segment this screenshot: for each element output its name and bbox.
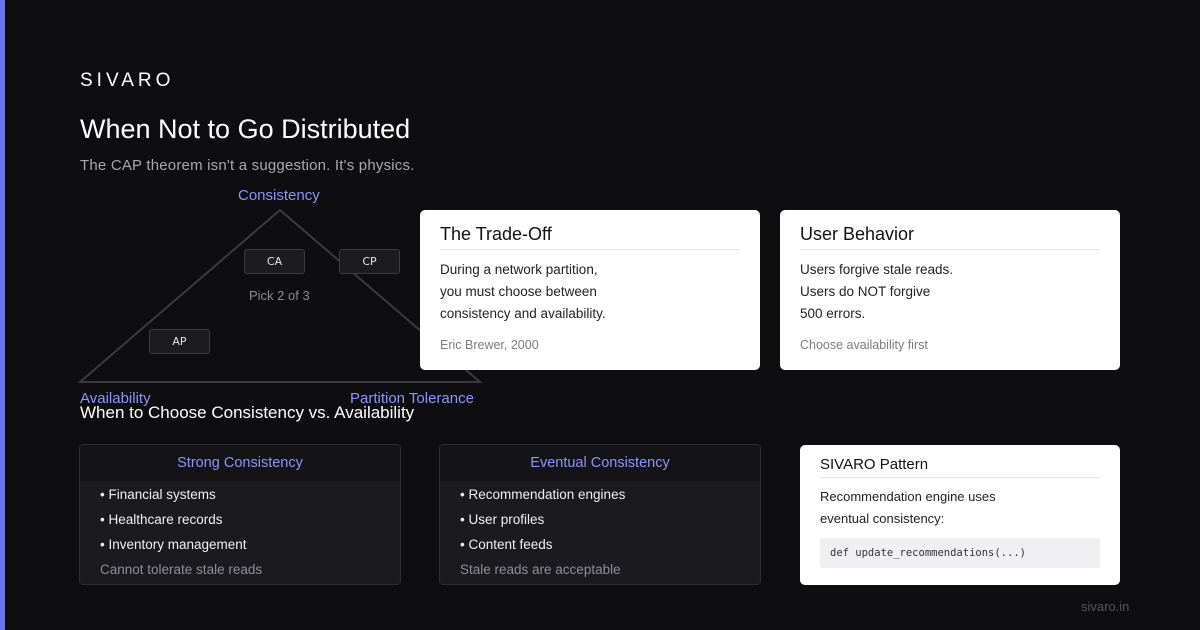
user-behavior-line: 500 errors. [800, 306, 866, 321]
tradeoff-line: During a network partition, [440, 262, 598, 277]
sivaro-pattern-title: SIVARO Pattern [820, 456, 929, 473]
pill-ca: CA [244, 249, 305, 274]
list-item: • Content feeds [460, 537, 553, 552]
pill-ap: AP [149, 329, 210, 354]
eventual-consistency-list: • Recommendation engines • User profiles… [440, 481, 760, 561]
tradeoff-card-title: The Trade-Off [440, 224, 552, 244]
user-behavior-card-body: Users forgive stale reads. Users do NOT … [800, 259, 953, 325]
pick-two-label: Pick 2 of 3 [249, 288, 310, 303]
page-title: When Not to Go Distributed [80, 114, 411, 144]
pill-cp: CP [339, 249, 400, 274]
accent-bar [0, 0, 5, 630]
user-behavior-line: Users do NOT forgive [800, 284, 931, 299]
sivaro-pattern-divider [820, 477, 1100, 478]
user-behavior-card-footnote: Choose availability first [800, 338, 928, 352]
list-item: • Healthcare records [100, 512, 223, 527]
footer-url: sivaro.in [1081, 599, 1130, 614]
list-item: • Inventory management [100, 537, 247, 552]
user-behavior-card: User Behavior Users forgive stale reads.… [780, 210, 1120, 370]
user-behavior-card-title: User Behavior [800, 224, 915, 244]
sivaro-pattern-card: SIVARO Pattern Recommendation engine use… [800, 445, 1120, 585]
eventual-consistency-title: Eventual Consistency [440, 445, 760, 481]
page-subtitle: The CAP theorem isn't a suggestion. It's… [80, 157, 415, 174]
sivaro-pattern-line: eventual consistency: [820, 511, 945, 526]
user-behavior-card-divider [800, 249, 1100, 250]
list-item: • Financial systems [100, 487, 216, 502]
section-heading: When to Choose Consistency vs. Availabil… [80, 403, 415, 422]
user-behavior-line: Users forgive stale reads. [800, 262, 954, 277]
code-snippet: def update_recommendations(...) [820, 538, 1100, 568]
tradeoff-card-footnote: Eric Brewer, 2000 [440, 338, 539, 352]
tradeoff-line: you must choose between [440, 284, 597, 299]
eventual-consistency-card: Eventual Consistency • Recommendation en… [439, 444, 761, 585]
strong-consistency-card: Strong Consistency • Financial systems •… [79, 444, 401, 585]
vertex-consistency-label: Consistency [238, 187, 320, 204]
strong-consistency-list: • Financial systems • Healthcare records… [80, 481, 400, 561]
eventual-consistency-note: Stale reads are acceptable [460, 562, 621, 577]
list-item: • Recommendation engines [460, 487, 626, 502]
strong-consistency-note: Cannot tolerate stale reads [100, 562, 263, 577]
strong-consistency-title: Strong Consistency [80, 445, 400, 481]
sivaro-pattern-line: Recommendation engine uses [820, 489, 996, 504]
sivaro-pattern-body: Recommendation engine uses eventual cons… [820, 486, 996, 530]
list-item: • User profiles [460, 512, 545, 527]
brand-logo: SIVARO [80, 70, 175, 91]
tradeoff-card-divider [440, 249, 740, 250]
tradeoff-card: The Trade-Off During a network partition… [420, 210, 760, 370]
tradeoff-card-body: During a network partition, you must cho… [440, 259, 606, 325]
tradeoff-line: consistency and availability. [440, 306, 606, 321]
